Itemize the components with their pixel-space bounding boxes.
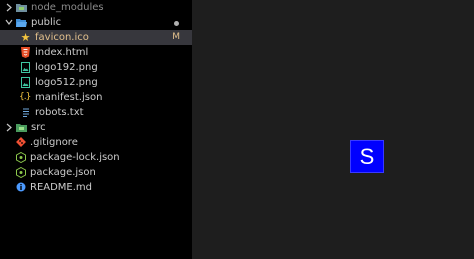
folder-open-icon xyxy=(16,19,27,27)
image-icon xyxy=(21,62,30,73)
tree-item-label: package.json xyxy=(30,167,96,178)
file-explorer: node_modules public ★ favicon.ico M inde… xyxy=(0,0,192,259)
tree-item-readme[interactable]: README.md xyxy=(0,180,192,195)
tree-item-favicon[interactable]: ★ favicon.ico M xyxy=(0,30,192,45)
tree-item-gitignore[interactable]: .gitignore xyxy=(0,135,192,150)
git-modified-badge: M xyxy=(172,32,180,42)
chevron-right-icon[interactable] xyxy=(5,120,13,135)
html5-icon xyxy=(21,47,30,58)
chevron-right-icon[interactable] xyxy=(5,0,13,15)
tree-item-label: logo192.png xyxy=(35,62,98,73)
tree-item-label: node_modules xyxy=(31,2,104,13)
chevron-down-icon[interactable] xyxy=(5,15,13,30)
editor-preview-pane: S xyxy=(192,0,474,259)
folder-icon xyxy=(16,124,27,132)
json-braces-icon: {.} xyxy=(19,92,31,102)
tree-item-label: .gitignore xyxy=(30,137,78,148)
tree-item-manifest[interactable]: {.} manifest.json xyxy=(0,90,192,105)
text-file-icon xyxy=(23,108,29,118)
image-icon xyxy=(21,77,30,88)
tree-item-label: README.md xyxy=(30,182,93,193)
tree-item-src[interactable]: src xyxy=(0,120,192,135)
tree-item-package-json[interactable]: package.json xyxy=(0,165,192,180)
tree-item-public[interactable]: public xyxy=(0,15,192,30)
tree-item-label: index.html xyxy=(35,47,89,58)
app-logo-icon: S xyxy=(350,140,384,173)
tree-item-label: favicon.ico xyxy=(35,32,89,43)
tree-item-node-modules[interactable]: node_modules xyxy=(0,0,192,15)
tree-item-index-html[interactable]: index.html xyxy=(0,45,192,60)
tree-item-label: src xyxy=(31,122,46,133)
tree-item-label: package-lock.json xyxy=(30,152,120,163)
tree-item-logo192[interactable]: logo192.png xyxy=(0,60,192,75)
window: node_modules public ★ favicon.ico M inde… xyxy=(0,0,474,259)
tree-item-label: manifest.json xyxy=(35,92,103,103)
nodejs-icon xyxy=(16,152,26,163)
folder-icon xyxy=(16,4,27,12)
tree-item-label: logo512.png xyxy=(35,77,98,88)
info-icon xyxy=(16,182,26,192)
modified-dot-icon xyxy=(174,21,179,26)
tree-item-package-lock[interactable]: package-lock.json xyxy=(0,150,192,165)
git-icon xyxy=(16,137,26,147)
star-icon: ★ xyxy=(20,31,31,44)
tree-item-label: public xyxy=(31,17,62,28)
tree-item-logo512[interactable]: logo512.png xyxy=(0,75,192,90)
nodejs-icon xyxy=(16,167,26,178)
tree-item-label: robots.txt xyxy=(35,107,84,118)
tree-item-robots[interactable]: robots.txt xyxy=(0,105,192,120)
